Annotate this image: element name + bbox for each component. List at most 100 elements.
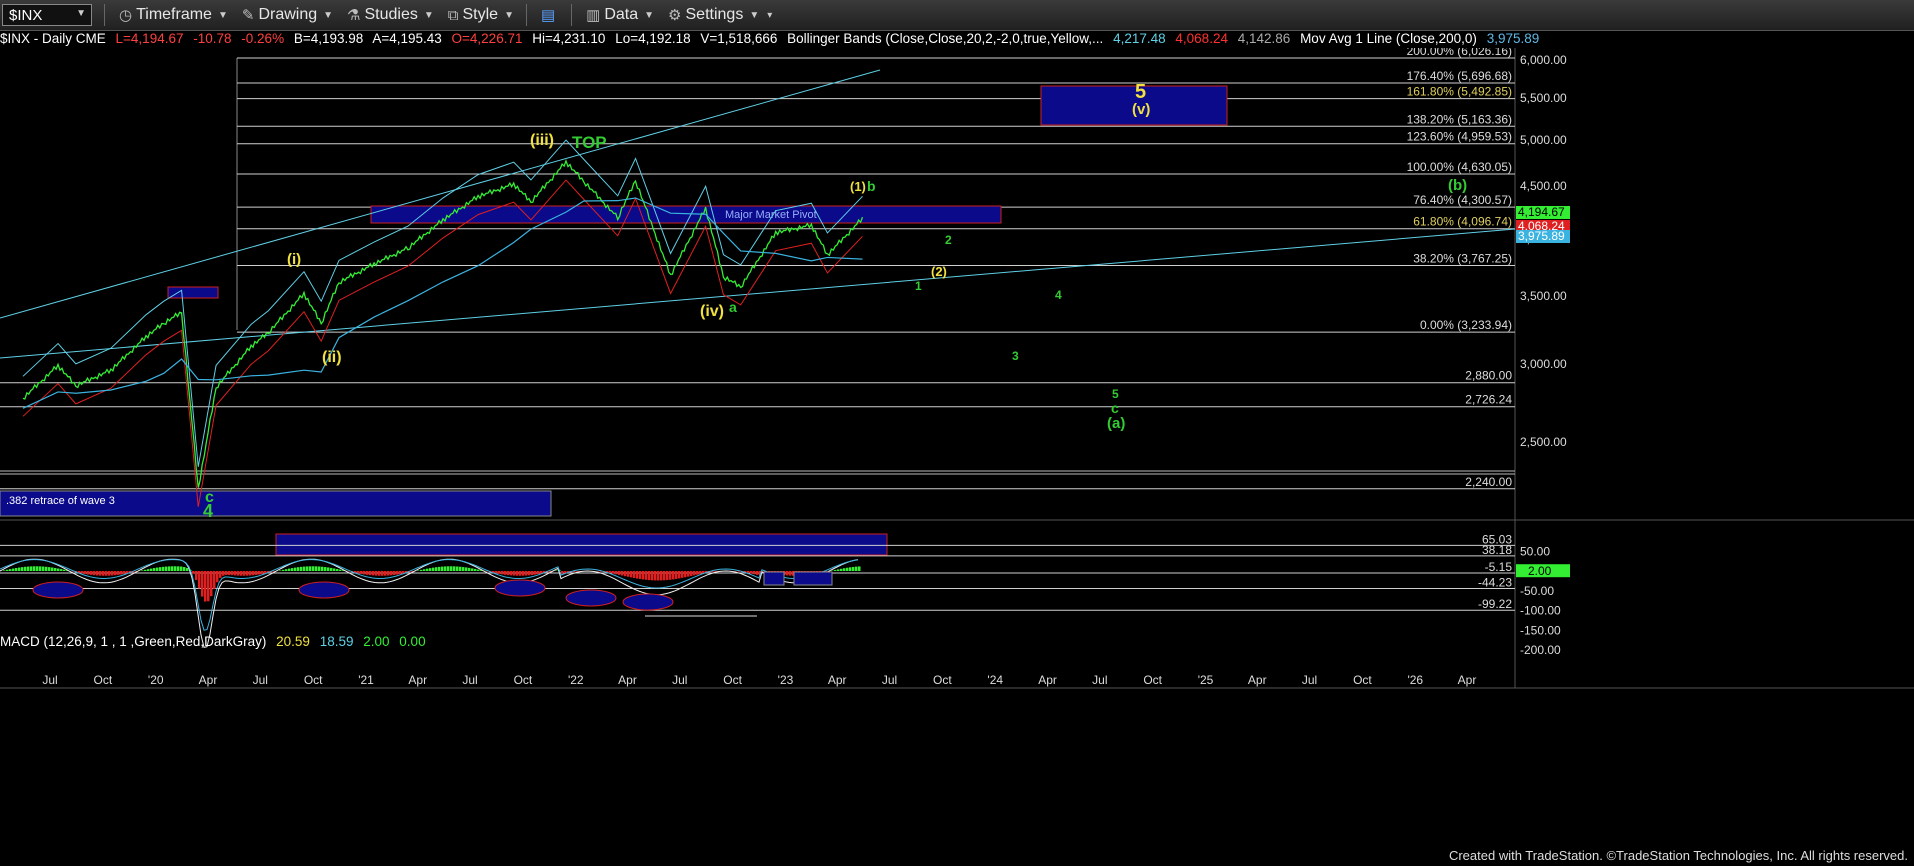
date-axis-tick: Apr <box>618 673 637 687</box>
macd-histogram-bar <box>474 568 477 571</box>
symbol-input[interactable]: $INX ▼ <box>2 4 92 26</box>
macd-histogram-bar <box>237 571 240 576</box>
price-axis-tick: 3,000.00 <box>1520 357 1567 371</box>
macd-histogram-bar <box>51 567 54 571</box>
date-axis-tick: '20 <box>148 673 164 687</box>
macd-histogram-bar <box>105 571 108 576</box>
date-axis-tick: Oct <box>1143 673 1162 687</box>
macd-histogram-bar <box>213 571 216 589</box>
wave-b-label: b <box>867 178 876 194</box>
fib-level-label: 0.00% (3,233.94) <box>1420 318 1512 332</box>
macd-axis-tick: -100.00 <box>1520 604 1561 618</box>
macd-histogram-bar <box>99 571 102 576</box>
macd-histogram-bar <box>54 567 57 571</box>
footer-copyright: Created with TradeStation. ©TradeStation… <box>1448 848 1908 863</box>
macd-histogram-bar <box>198 571 201 589</box>
macd-histogram-bar <box>369 571 372 576</box>
macd-histogram-bar <box>357 571 360 574</box>
macd-histogram-bar <box>321 566 324 571</box>
date-axis-tick: Jul <box>42 673 57 687</box>
settings-button[interactable]: ⚙ Settings ▼ ▾ <box>668 6 772 24</box>
macd-histogram-bar <box>516 571 519 576</box>
studies-button[interactable]: ⚗ Studies ▼ <box>347 6 434 24</box>
wave-i-label: (i) <box>287 251 301 268</box>
macd-histogram-bar <box>123 571 126 575</box>
macd-histogram-bar <box>507 571 510 576</box>
macd-histogram-bar <box>312 566 315 571</box>
pencil-icon: ✎ <box>241 7 255 24</box>
macd-histogram-bar <box>177 566 180 571</box>
macd-histogram-bar <box>222 571 225 576</box>
toolbar-more-icon: ▾ <box>767 9 773 21</box>
macd-histogram-bar <box>96 571 99 576</box>
date-axis-tick: Apr <box>199 673 218 687</box>
macd-histogram-bar <box>849 567 852 571</box>
fib-level-label: 76.40% (4,300.57) <box>1413 193 1512 207</box>
macd-histogram-bar <box>192 571 195 574</box>
macd-histogram-bar <box>27 566 30 571</box>
macd-histogram-bar <box>150 568 153 571</box>
retrace-label: .382 retrace of wave 3 <box>6 495 115 507</box>
date-axis-tick: Oct <box>514 673 533 687</box>
data-button[interactable]: ▥ Data ▼ <box>586 6 654 24</box>
macd-histogram-bar <box>684 571 687 578</box>
wave-b-target-label: (b) <box>1448 177 1467 194</box>
symbol-label: $INX - Daily CME <box>0 31 106 46</box>
major-market-pivot-label: Major Market Pivot <box>725 209 817 221</box>
date-axis-tick: Oct <box>933 673 952 687</box>
macd-histogram-bar <box>306 566 309 571</box>
macd-histogram-bar <box>15 568 18 571</box>
macd-histogram-bar <box>363 571 366 575</box>
timeframe-label: Timeframe <box>136 6 212 23</box>
wave-v-label: (v) <box>1132 101 1150 118</box>
date-axis-tick: Oct <box>723 673 742 687</box>
clock-icon: ◷ <box>119 7 133 24</box>
macd-level-label: -44.23 <box>1478 575 1512 589</box>
price-badge-label: 4,194.67 <box>1518 205 1565 219</box>
drawing-button[interactable]: ✎ Drawing ▼ <box>242 6 333 24</box>
macd-histogram-bar <box>663 571 666 581</box>
macd-histogram-bar <box>315 566 318 571</box>
macd-level-label: -5.15 <box>1485 560 1513 574</box>
macd-histogram-bar <box>642 571 645 580</box>
macd-histogram-bar <box>654 571 657 581</box>
macd-histogram-bar <box>789 571 792 576</box>
chevron-down-icon: ▼ <box>423 9 434 21</box>
macd-histogram-bar <box>39 566 42 571</box>
fib-level-label: 161.80% (5,492.85) <box>1407 85 1512 99</box>
macd-histogram-bar <box>396 571 399 575</box>
macd-histogram-bar <box>252 571 255 576</box>
macd-diff-value: 2.00 <box>363 634 390 649</box>
macd-histogram-bar <box>834 570 837 571</box>
subwave-c-label: c <box>1111 400 1119 416</box>
macd-histogram-bar <box>678 571 681 579</box>
macd-histogram-bar <box>261 571 264 575</box>
macd-histogram-bar <box>360 571 363 574</box>
layout-button[interactable]: ▤ <box>541 6 559 24</box>
macd-histogram-bar <box>45 566 48 571</box>
macd-histogram-bar <box>282 569 285 571</box>
macd-histogram-bar <box>786 571 789 576</box>
data-label: Data <box>604 6 639 23</box>
macd-histogram-bar <box>681 571 684 578</box>
macd-histogram-bar <box>6 569 9 571</box>
macd-histogram-bar <box>12 568 15 571</box>
macd-histogram-bar <box>498 571 501 574</box>
chevron-down-icon[interactable]: ▼ <box>76 8 86 19</box>
macd-histogram-bar <box>750 571 753 574</box>
macd-histogram-bar <box>57 568 60 571</box>
macd-histogram-bar <box>630 571 633 578</box>
subwave-3-label: 3 <box>1012 349 1019 363</box>
macd-histogram-bar <box>378 571 381 576</box>
price-chart[interactable]: 200.00% (6,026.16)176.40% (5,696.68)161.… <box>0 48 1914 854</box>
macd-divergence-ellipse <box>494 579 546 597</box>
macd-histogram-bar <box>84 571 87 574</box>
style-button[interactable]: ⧉ Style ▼ <box>448 6 514 24</box>
timeframe-button[interactable]: ◷ Timeframe ▼ <box>119 6 228 24</box>
toolbar-divider <box>571 4 573 26</box>
chevron-down-icon: ▼ <box>323 9 334 21</box>
subwave-1-label: 1 <box>915 279 922 293</box>
chevron-down-icon: ▼ <box>644 9 655 21</box>
macd-histogram-bar <box>258 571 261 575</box>
low-price: Lo=4,192.18 <box>615 31 691 46</box>
